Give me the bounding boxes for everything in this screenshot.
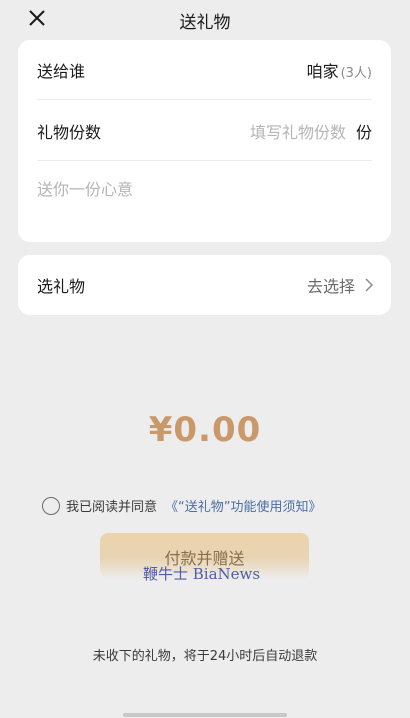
recipient-label: 送给谁 [37,61,86,81]
recipient-name: 咱家 [306,61,339,81]
nav-bar: 送礼物 [0,0,410,36]
quantity-row: 礼物份数 填写礼物份数 份 [37,101,372,161]
recipient-count: (3人) [340,65,372,81]
agreement-text: 我已阅读并同意 [66,500,158,515]
agreement-radio[interactable] [42,496,60,515]
watermark: 鞭牛士 BiaNews [143,565,261,583]
quantity-unit: 份 [355,122,372,142]
select-gift-row[interactable]: 选礼物 去选择 [37,255,373,315]
quantity-input[interactable]: 填写礼物份数 [250,119,346,143]
chevron-right-icon [365,278,373,292]
select-gift-card[interactable]: 选礼物 去选择 [18,255,391,315]
home-indicator [123,713,287,717]
gift-form-card: 送给谁 咱家 (3人) 礼物份数 填写礼物份数 份 送你一份心意 [18,40,391,242]
message-input[interactable]: 送你一份心意 [37,176,133,200]
page-title: 送礼物 [179,13,231,33]
select-gift-label: 选礼物 [37,277,86,296]
recipient-row[interactable]: 送给谁 咱家 (3人) [37,40,372,100]
amount-display: ¥0.00 [148,410,262,450]
select-gift-action[interactable]: 去选择 [307,273,355,297]
recipient-value: 咱家 (3人) [307,58,372,82]
agreement-link[interactable]: 《“送礼物”功能使用须知》 [165,496,321,515]
refund-notice: 未收下的礼物，将于24小时后自动退款 [92,649,318,664]
quantity-label: 礼物份数 [37,122,102,142]
agreement-row: 我已阅读并同意 《“送礼物”功能使用须知》 [42,496,322,515]
